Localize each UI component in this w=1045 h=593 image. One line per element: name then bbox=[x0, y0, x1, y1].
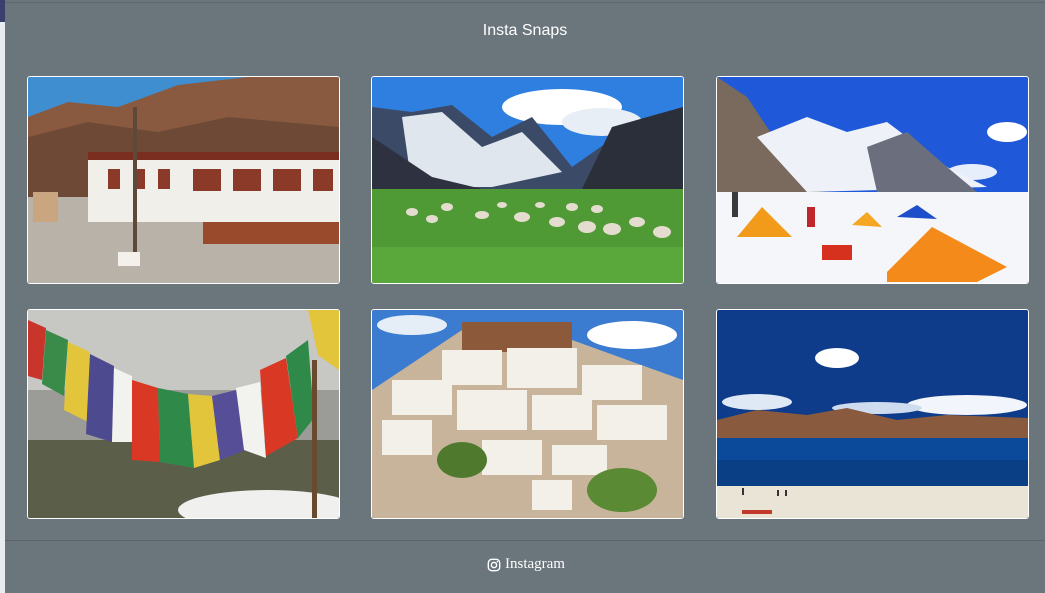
gallery-photo-sheep-valley[interactable] bbox=[371, 76, 684, 284]
snow-camp-photo-image bbox=[717, 77, 1028, 283]
hillside-monastery-photo-image bbox=[372, 310, 683, 518]
modal-title: Insta Snaps bbox=[482, 22, 568, 39]
screen: Insta Snaps Instagram bbox=[0, 0, 1045, 593]
monastery-photo-image bbox=[28, 77, 339, 283]
modal-footer-divider bbox=[5, 540, 1045, 541]
prayer-flags-photo-image bbox=[28, 310, 339, 518]
sheep-valley-photo-image bbox=[372, 77, 683, 283]
instagram-link[interactable]: Instagram bbox=[487, 556, 565, 573]
insta-snaps-modal: Insta Snaps Instagram bbox=[5, 2, 1045, 593]
gallery-photo-snow-camp[interactable] bbox=[716, 76, 1029, 284]
gallery-photo-lake[interactable] bbox=[716, 309, 1029, 519]
lake-photo-image bbox=[717, 310, 1028, 518]
instagram-icon bbox=[487, 558, 501, 571]
instagram-link-label: Instagram bbox=[505, 556, 565, 572]
gallery-photo-hillside-monastery[interactable] bbox=[371, 309, 684, 519]
gallery-photo-monastery[interactable] bbox=[27, 76, 340, 284]
gallery-photo-prayer-flags[interactable] bbox=[27, 309, 340, 519]
